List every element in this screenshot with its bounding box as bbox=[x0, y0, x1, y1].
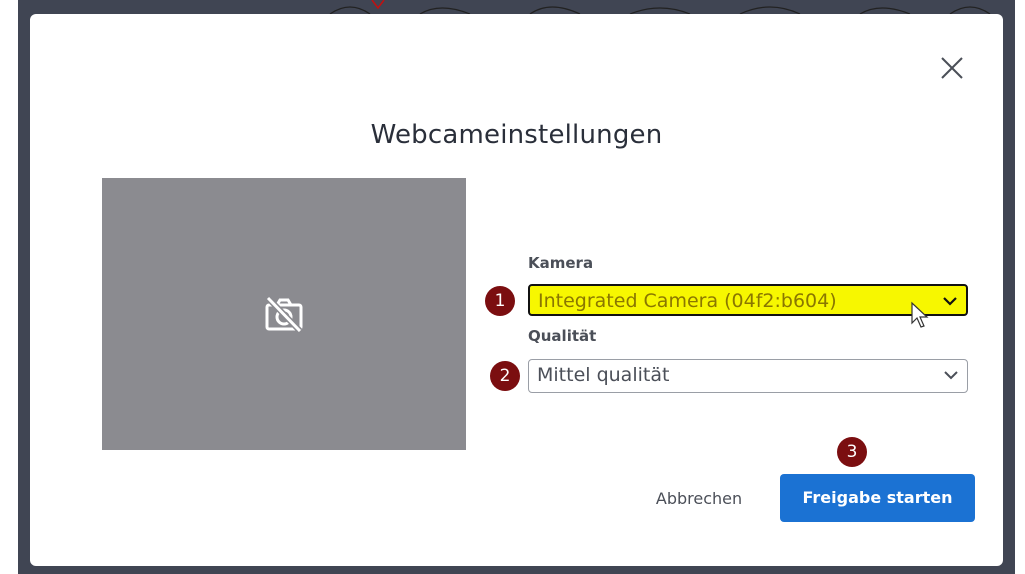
camera-select[interactable]: Integrated Camera (04f2:b604) bbox=[528, 284, 968, 316]
cancel-button[interactable]: Abbrechen bbox=[644, 476, 754, 522]
chevron-down-icon bbox=[944, 371, 958, 380]
start-sharing-button[interactable]: Freigabe starten bbox=[780, 474, 975, 522]
dialog-title: Webcameinstellungen bbox=[370, 120, 663, 150]
camera-off-icon bbox=[265, 296, 303, 332]
step-badge-1: 1 bbox=[485, 286, 515, 316]
mouse-cursor-icon bbox=[911, 301, 929, 328]
camera-label: Kamera bbox=[528, 254, 594, 272]
step-badge-3: 3 bbox=[837, 437, 867, 467]
webcam-preview bbox=[102, 178, 466, 450]
background-pattern bbox=[329, 0, 991, 14]
webcam-settings-dialog: Webcameinstellungen Kamera 1 Integrated … bbox=[30, 14, 1003, 566]
step-badge-2: 2 bbox=[490, 361, 520, 391]
camera-select-value: Integrated Camera (04f2:b604) bbox=[538, 290, 837, 312]
quality-select-value: Mittel qualität bbox=[537, 364, 670, 386]
chevron-down-icon bbox=[943, 297, 957, 306]
quality-label: Qualität bbox=[528, 327, 597, 345]
close-button[interactable] bbox=[932, 48, 972, 88]
quality-select[interactable]: Mittel qualität bbox=[528, 359, 968, 393]
close-icon bbox=[941, 57, 963, 79]
